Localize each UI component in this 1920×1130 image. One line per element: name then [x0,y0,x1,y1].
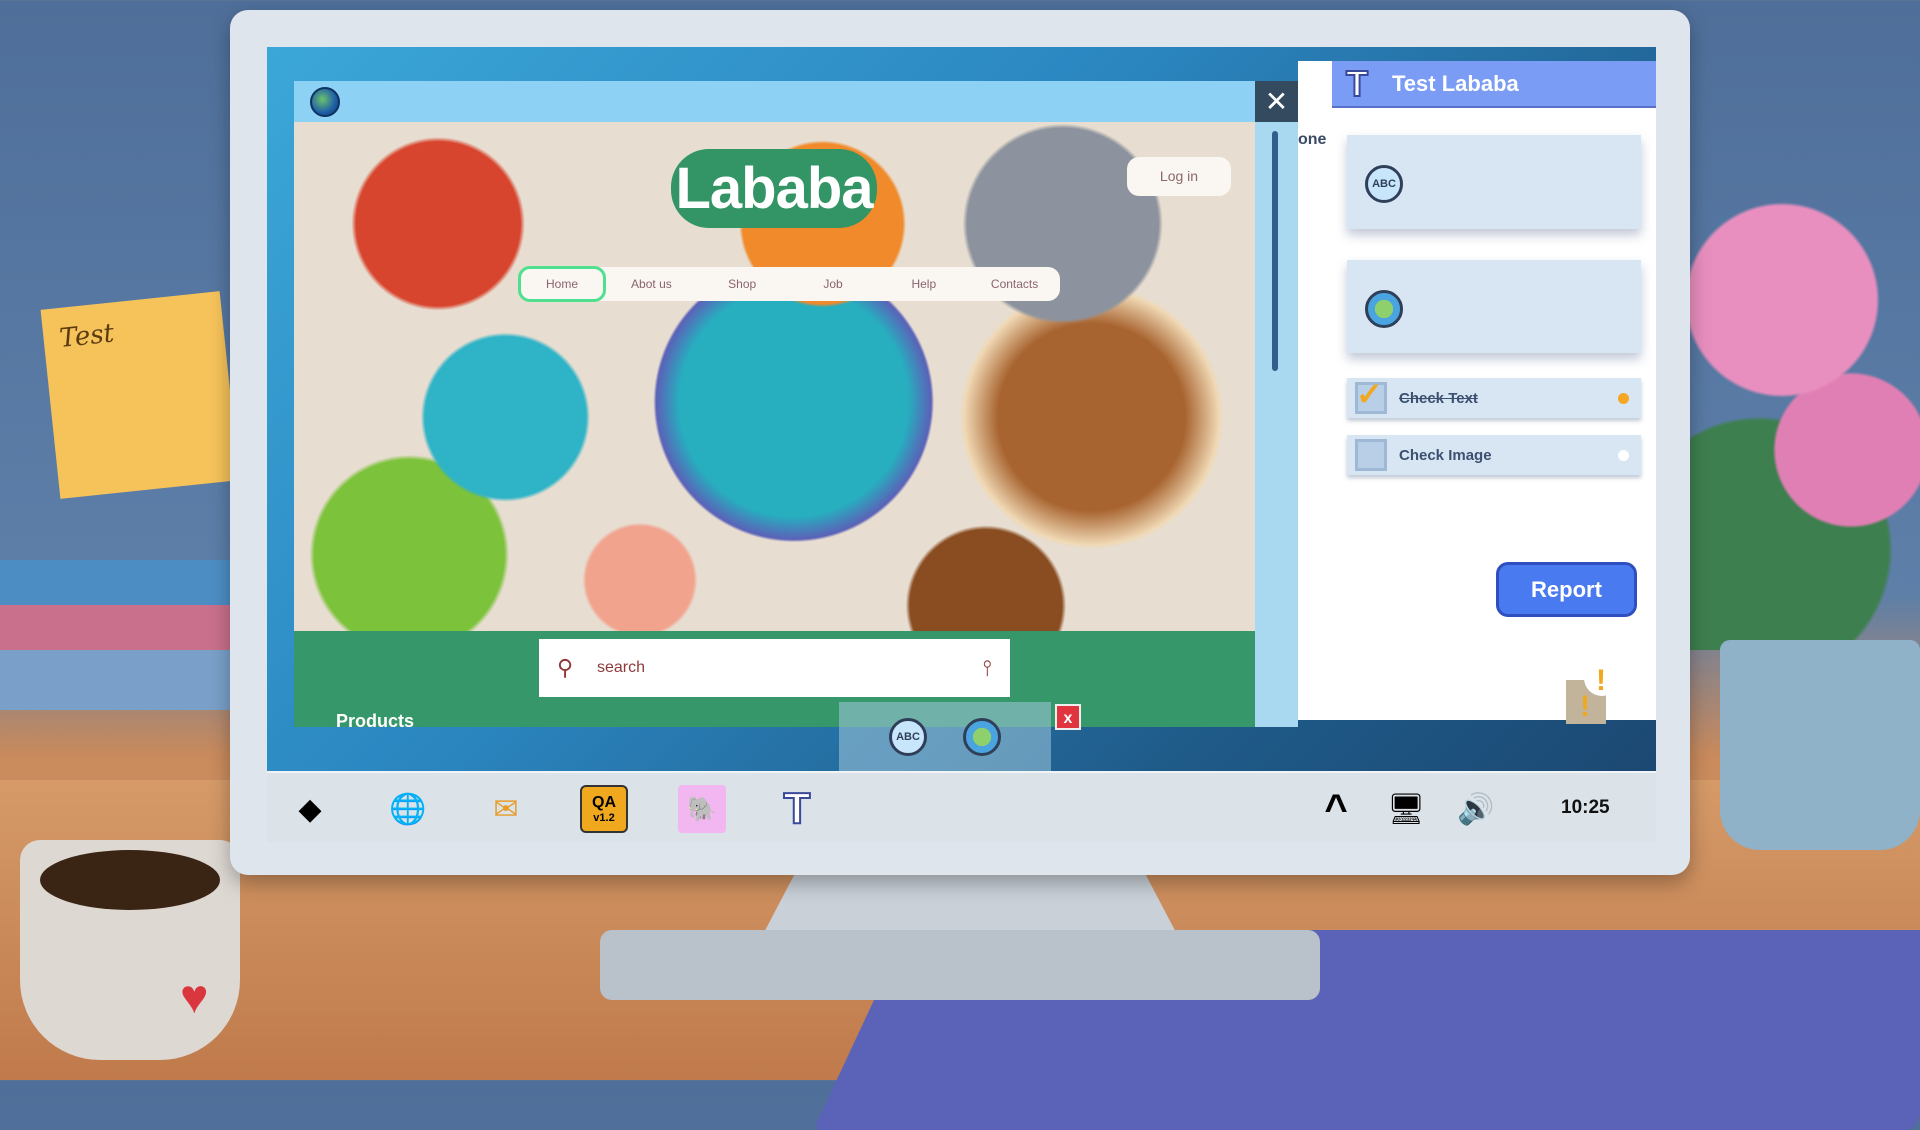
test-panel: T Test Lababa ABC ✓ Check Text Check Ima… [1332,61,1656,720]
image-magnifier-icon[interactable] [963,718,1001,756]
image-magnifier-icon [1365,290,1403,328]
test-panel-header: T Test Lababa [1332,61,1656,108]
browser-window: ✕ Lababa Log in Home Abot us Shop Job He… [294,81,1298,727]
sticky-note: Test [41,291,240,499]
sticky-note-text: Test [58,318,115,354]
check-image-card[interactable] [1347,260,1641,353]
background-window-text: one [1298,131,1326,149]
checklist-label: Check Image [1399,447,1618,464]
taskbar: ◆ 🌐 ✉ QAv1.2 🐘 T ^ 🖥 🔊 10:25 [267,771,1656,842]
checklist-label: Check Text [1399,390,1618,407]
qa-app-label: QA [592,794,616,812]
search-icon: ⚲ [557,655,597,681]
volume-icon[interactable]: 🔊 [1452,785,1500,833]
books [0,560,230,710]
filter-icon[interactable]: ⫯ [982,655,992,681]
report-button[interactable]: Report [1496,562,1637,617]
svg-text:!: ! [1580,690,1590,723]
floating-toolbar-close-button[interactable]: x [1055,704,1081,730]
nav-about[interactable]: Abot us [606,269,697,299]
login-button[interactable]: Log in [1127,157,1231,196]
test-panel-title: Test Lababa [1392,71,1519,97]
nav-contacts[interactable]: Contacts [969,269,1060,299]
browser-close-button[interactable]: ✕ [1255,81,1298,122]
globe-icon [310,87,340,117]
heart-icon: ♥ [180,970,209,1025]
svg-text:!: ! [1596,664,1606,697]
qa-app-version: v1.2 [593,812,614,824]
search-input[interactable]: ⚲ search ⫯ [539,639,1010,697]
flowers [1690,150,1920,650]
chevron-up-icon[interactable]: ^ [1312,785,1360,833]
check-text-card[interactable]: ABC [1347,135,1641,229]
abc-magnifier-icon[interactable]: ABC [889,718,927,756]
monitor-base [600,930,1320,1000]
clock[interactable]: 10:25 [1561,797,1610,819]
nav-job[interactable]: Job [788,269,879,299]
browser-titlebar [294,81,1255,122]
nav-home[interactable]: Home [518,266,606,302]
nav-help[interactable]: Help [878,269,969,299]
nav-shop[interactable]: Shop [697,269,788,299]
warning-icon: ! ! [1562,640,1620,728]
network-icon[interactable]: 🖥 [1382,785,1430,833]
search-placeholder: search [597,659,982,677]
mail-app-icon[interactable]: ✉ [482,785,530,833]
coffee [40,850,220,910]
checklist-item-check-image[interactable]: Check Image [1347,435,1641,475]
floating-toolbar: ABC [839,702,1051,771]
flower-pot [1720,640,1920,850]
products-heading: Products [336,711,414,732]
checkmark-icon: ✓ [1356,375,1383,413]
abc-magnifier-icon: ABC [1365,165,1403,203]
test-lababa-app-icon[interactable]: T [773,785,821,833]
status-dot [1618,450,1629,461]
qa-app-icon[interactable]: QAv1.2 [580,785,628,833]
hero-image: Lababa Log in Home Abot us Shop Job Help… [294,122,1255,631]
start-icon[interactable]: ◆ [286,785,334,833]
scrollbar[interactable] [1272,131,1278,371]
checklist-item-check-text[interactable]: ✓ Check Text [1347,378,1641,418]
test-logo-icon: T [1346,63,1382,105]
checkbox-unchecked[interactable] [1355,439,1387,471]
checkbox-checked[interactable]: ✓ [1355,382,1387,414]
photos-app-icon[interactable]: 🐘 [678,785,726,833]
coffee-mug [20,840,240,1060]
search-section: ⚲ search ⫯ Products [294,631,1255,727]
browser-app-icon[interactable]: 🌐 [384,785,432,833]
site-nav: Home Abot us Shop Job Help Contacts [518,267,1060,301]
status-dot [1618,393,1629,404]
site-logo[interactable]: Lababa [671,149,877,228]
